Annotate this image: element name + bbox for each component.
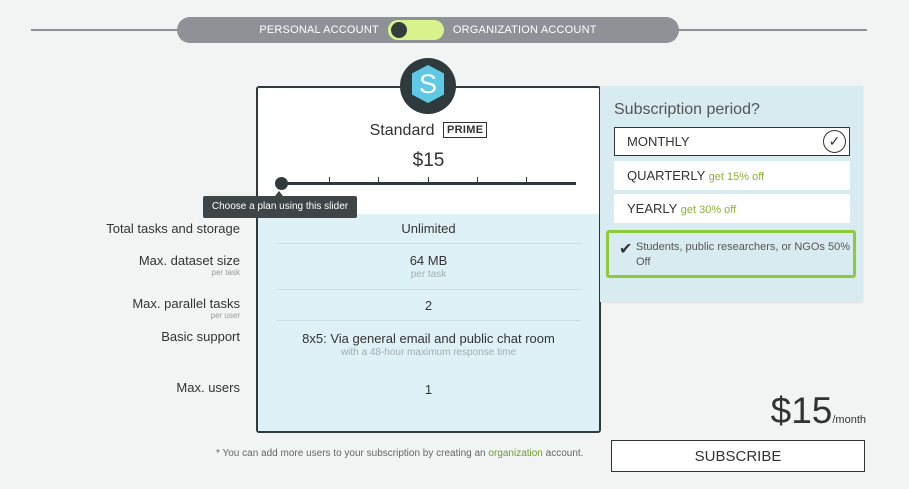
organization-account-label[interactable]: ORGANIZATION ACCOUNT xyxy=(453,24,597,36)
logo-s-icon: S xyxy=(412,65,444,103)
option-discount: get 30% off xyxy=(680,204,737,216)
features-background xyxy=(258,214,599,431)
row-divider xyxy=(276,243,581,244)
feature-value: 2 xyxy=(424,298,433,313)
feature-label: Max. dataset size per task xyxy=(138,253,240,277)
discount-label: Students, public researchers, or NGOs 50… xyxy=(636,241,850,268)
account-type-toggle: PERSONAL ACCOUNT ORGANIZATION ACCOUNT xyxy=(177,17,679,43)
divider-left xyxy=(31,29,181,31)
feature-label: Max. parallel tasks per user xyxy=(132,296,240,320)
slider-tick xyxy=(526,177,527,185)
account-switch[interactable] xyxy=(387,20,444,40)
option-quarterly[interactable]: QUARTERLY get 15% off xyxy=(614,161,850,190)
footnote-text: account. xyxy=(545,448,584,459)
slider-handle[interactable] xyxy=(275,177,288,190)
feature-value: 64 MB per task xyxy=(409,253,448,280)
subscribe-button[interactable]: SUBSCRIBE xyxy=(611,440,865,472)
plan-title: Standard PRIME xyxy=(258,122,599,140)
slider-tooltip: Choose a plan using this slider xyxy=(203,191,357,218)
total-price: $15/month xyxy=(771,390,866,432)
slider-tick xyxy=(428,177,429,185)
discount-checkbox[interactable]: ✔ Students, public researchers, or NGOs … xyxy=(606,230,856,278)
slider-tick xyxy=(329,177,330,185)
footnote-text: * You can add more users to your subscri… xyxy=(216,448,486,459)
subscription-title: Subscription period? xyxy=(614,101,760,118)
total-amount: $15 xyxy=(770,390,833,431)
row-divider xyxy=(276,289,581,290)
option-monthly[interactable]: MONTHLY ✓ xyxy=(614,127,850,156)
feature-label: Basic support xyxy=(161,329,240,344)
option-label: MONTHLY xyxy=(627,134,690,149)
option-yearly[interactable]: YEARLY get 30% off xyxy=(614,194,850,223)
plan-slider[interactable] xyxy=(275,177,576,190)
personal-account-label[interactable]: PERSONAL ACCOUNT xyxy=(259,24,379,36)
option-label: YEARLY xyxy=(627,201,678,216)
subscription-panel: Subscription period? MONTHLY ✓ QUARTERLY… xyxy=(600,86,863,302)
option-discount: get 15% off xyxy=(708,171,765,183)
footnote: * You can add more users to your subscri… xyxy=(216,448,583,459)
plan-logo: S xyxy=(400,58,456,114)
feature-label: Total tasks and storage xyxy=(106,221,240,236)
row-divider xyxy=(276,320,581,321)
prime-badge: PRIME xyxy=(443,122,488,138)
feature-value: Unlimited xyxy=(401,221,456,236)
total-period: /month xyxy=(832,414,866,426)
slider-tick xyxy=(378,177,379,185)
checkmark-icon: ✔ xyxy=(619,241,633,258)
option-label: QUARTERLY xyxy=(627,168,706,183)
check-circle-icon: ✓ xyxy=(823,130,846,153)
plan-price: $15 xyxy=(412,150,445,171)
divider-right xyxy=(675,29,867,31)
feature-value: 1 xyxy=(424,382,433,397)
switch-knob[interactable] xyxy=(390,22,407,38)
slider-tick xyxy=(477,177,478,185)
organization-link[interactable]: organization xyxy=(488,448,542,459)
plan-name: Standard xyxy=(369,122,435,139)
feature-value: 8x5: Via general email and public chat r… xyxy=(302,331,555,358)
feature-label: Max. users xyxy=(176,380,240,395)
